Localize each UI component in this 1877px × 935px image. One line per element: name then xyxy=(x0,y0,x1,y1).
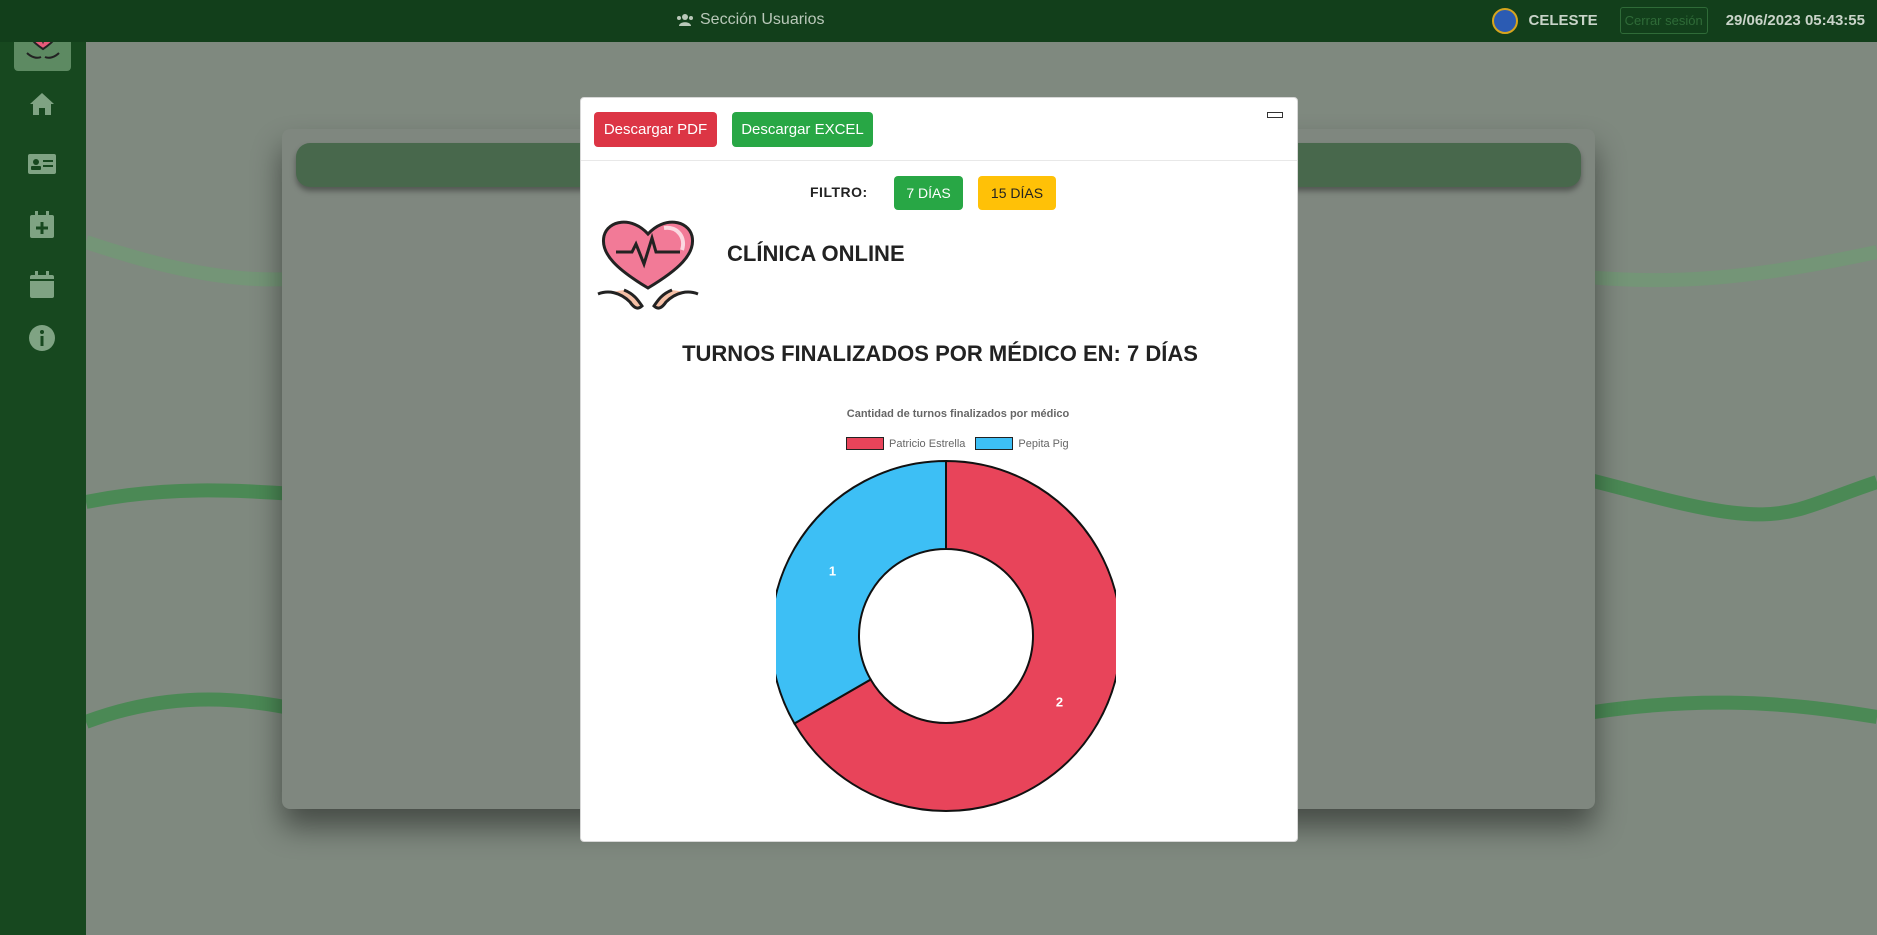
filter-15-days-button[interactable]: 15 DÍAS xyxy=(978,176,1056,210)
report-title: TURNOS FINALIZADOS POR MÉDICO EN: 7 DÍAS xyxy=(682,341,1198,366)
info-icon[interactable] xyxy=(26,322,58,354)
donut-value-label-2: 1 xyxy=(829,564,836,579)
datetime: 29/06/2023 05:43:55 xyxy=(1725,12,1865,29)
donut-chart: 21 xyxy=(776,459,1116,812)
filter-7-days-button[interactable]: 7 DÍAS xyxy=(894,176,963,210)
calendar-plus-icon[interactable] xyxy=(26,209,58,241)
legend-swatch-2 xyxy=(975,437,1014,450)
legend-item[interactable]: Patricio Estrella xyxy=(846,437,965,450)
minimize-icon[interactable] xyxy=(1267,112,1283,118)
download-excel-button[interactable]: Descargar EXCEL xyxy=(732,112,873,147)
filter-row: FILTRO: 7 DÍAS 15 DÍAS xyxy=(581,176,1299,210)
section-header: Sección Usuarios xyxy=(676,11,825,29)
chart-title: Cantidad de turnos finalizados por médic… xyxy=(846,408,1070,420)
sidebar xyxy=(0,0,86,935)
id-card-icon[interactable] xyxy=(26,148,58,180)
user-avatar xyxy=(1492,7,1519,34)
report-modal: Descargar PDF Descargar EXCEL FILTRO: 7 … xyxy=(580,97,1298,842)
donut-value-label-1: 2 xyxy=(1056,695,1063,710)
download-pdf-button[interactable]: Descargar PDF xyxy=(594,112,717,147)
home-icon[interactable] xyxy=(26,88,58,120)
legend-label-2: Pepita Pig xyxy=(1018,437,1069,450)
modal-header: Descargar PDF Descargar EXCEL xyxy=(581,98,1297,161)
users-icon xyxy=(677,14,693,26)
chart-legend: Patricio Estrella Pepita Pig xyxy=(846,437,1069,450)
legend-swatch-1 xyxy=(846,437,884,450)
donut-slice-2[interactable] xyxy=(776,459,947,725)
clinic-logo-icon xyxy=(597,220,699,310)
logout-button[interactable]: Cerrar sesión xyxy=(1619,7,1708,34)
legend-label-1: Patricio Estrella xyxy=(889,437,966,450)
section-title: Sección Usuarios xyxy=(700,11,825,28)
top-bar: Sección Usuarios CELESTE Cerrar sesión 2… xyxy=(0,0,1877,42)
user-name: CELESTE xyxy=(1528,12,1598,29)
calendar-icon[interactable] xyxy=(26,269,58,301)
clinic-name: CLÍNICA ONLINE xyxy=(727,241,905,266)
filter-label: FILTRO: xyxy=(810,184,868,200)
legend-item[interactable]: Pepita Pig xyxy=(975,437,1069,450)
